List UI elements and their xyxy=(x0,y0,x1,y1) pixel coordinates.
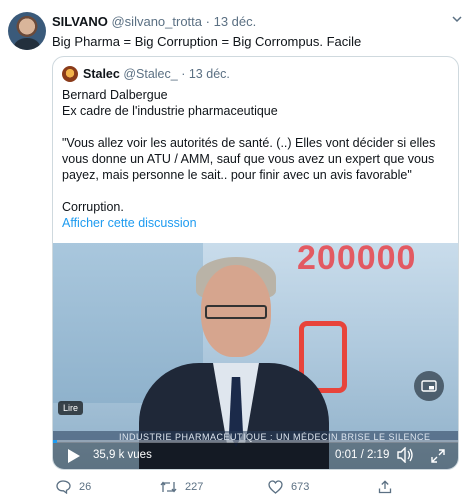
video-player[interactable]: 200000 INDUSTRIE PHARMACEUTIQUE : UN MÉD… xyxy=(53,243,458,469)
show-thread-link[interactable]: Afficher cette discussion xyxy=(62,216,197,230)
share-button[interactable] xyxy=(378,480,400,494)
reply-icon xyxy=(56,480,71,494)
tweet-header: SILVANO @silvano_trotta · 13 déc. xyxy=(52,14,256,29)
separator: · xyxy=(181,67,186,81)
tweet-text: Big Pharma = Big Corruption = Big Corrom… xyxy=(52,34,362,49)
fullscreen-icon xyxy=(431,449,445,463)
author-handle[interactable]: @silvano_trotta xyxy=(111,14,202,29)
separator: · xyxy=(205,14,210,29)
quoted-header: Stalec @Stalec_ · 13 déc. xyxy=(83,67,230,81)
quoted-line-quote: "Vous allez voir les autorités de santé.… xyxy=(62,136,436,182)
quoted-avatar[interactable] xyxy=(62,66,78,82)
quoted-author-name[interactable]: Stalec xyxy=(83,67,120,81)
video-time: 0:01 / 2:19 xyxy=(335,449,390,461)
video-progress-bar[interactable] xyxy=(53,440,458,443)
quoted-date[interactable]: 13 déc. xyxy=(189,67,230,81)
quoted-author-handle[interactable]: @Stalec_ xyxy=(123,67,177,81)
video-overlay-number: 200000 xyxy=(297,243,417,277)
heart-icon xyxy=(268,480,283,494)
quoted-line-name: Bernard Dalbergue xyxy=(62,88,168,102)
tweet-actions: 26 227 673 xyxy=(52,480,462,496)
quoted-line-role: Ex cadre de l'industrie pharmaceutique xyxy=(62,104,278,118)
quoted-line-conclusion: Corruption. xyxy=(62,200,124,214)
fullscreen-button[interactable] xyxy=(430,448,446,469)
quoted-tweet[interactable]: Stalec @Stalec_ · 13 déc. Bernard Dalber… xyxy=(52,56,459,470)
author-name[interactable]: SILVANO xyxy=(52,14,108,29)
avatar[interactable] xyxy=(8,12,46,50)
tweet-date[interactable]: 13 déc. xyxy=(214,14,257,29)
picture-in-picture-button[interactable] xyxy=(414,371,444,401)
volume-icon xyxy=(397,446,413,464)
play-button[interactable] xyxy=(67,448,81,469)
retweet-button[interactable]: 227 xyxy=(160,480,203,494)
video-person-glasses xyxy=(205,305,267,319)
play-icon xyxy=(68,449,80,463)
reply-button[interactable]: 26 xyxy=(56,480,91,494)
tweet[interactable]: SILVANO @silvano_trotta · 13 déc. Big Ph… xyxy=(0,0,473,497)
share-icon xyxy=(378,480,392,494)
picture-in-picture-icon xyxy=(421,380,437,392)
reply-count: 26 xyxy=(79,481,92,493)
read-badge: Lire xyxy=(58,401,84,415)
quoted-text: Bernard Dalbergue Ex cadre de l'industri… xyxy=(62,87,452,215)
retweet-icon xyxy=(160,481,177,493)
retweet-count: 227 xyxy=(185,481,204,493)
like-count: 673 xyxy=(291,481,310,493)
chevron-down-icon[interactable] xyxy=(450,12,464,26)
view-count: 35,9 k vues xyxy=(93,449,152,461)
video-progress-fill xyxy=(53,440,58,443)
like-button[interactable]: 673 xyxy=(268,480,309,494)
volume-button[interactable] xyxy=(397,446,415,468)
